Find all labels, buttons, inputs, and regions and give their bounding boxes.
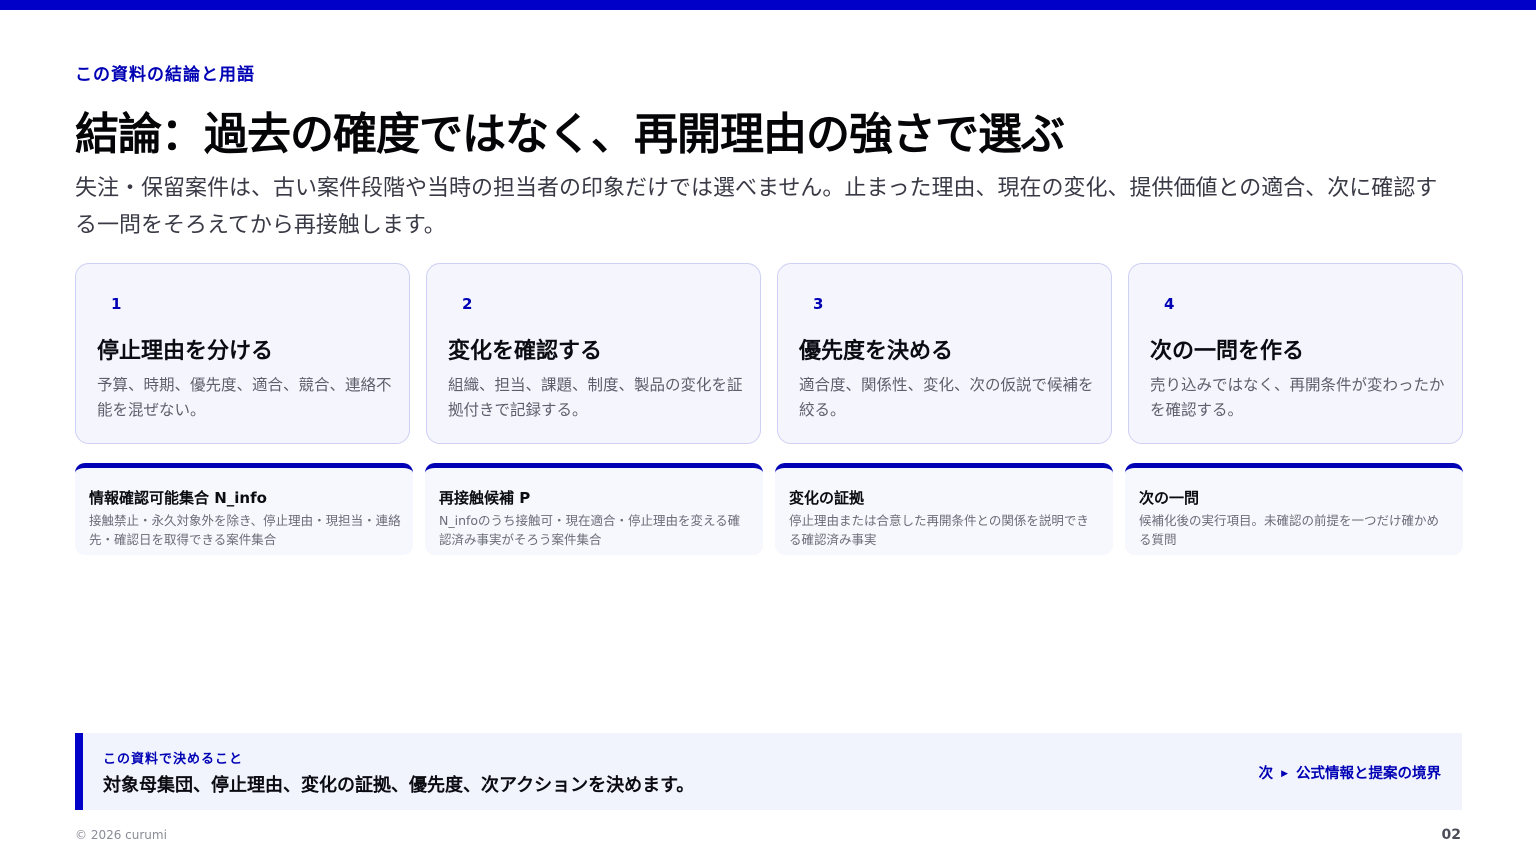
summary-text: 対象母集団、停止理由、変化の証拠、優先度、次アクションを決めます。 xyxy=(103,775,695,796)
section-eyebrow: この資料の結論と用語 xyxy=(75,65,255,85)
step-title: 停止理由を分ける xyxy=(97,339,274,364)
term-card-n-info: 情報確認可能集合 N_info 接触禁止・永久対象外を除き、停止理由・現担当・連… xyxy=(75,463,413,555)
step-description: 組織、担当、課題、制度、製品の変化を証拠付きで記録する。 xyxy=(448,376,743,419)
term-title: 次の一問 xyxy=(1139,489,1200,507)
step-description: 売り込みではなく、再開条件が変わったかを確認する。 xyxy=(1150,376,1445,419)
copyright: © 2026 curumi xyxy=(75,828,167,842)
step-number: 1 xyxy=(111,295,122,313)
lead-paragraph: 失注・保留案件は、古い案件段階や当時の担当者の印象だけでは選べません。止まった理… xyxy=(75,176,1438,238)
step-card-4: 4 次の一問を作る 売り込みではなく、再開条件が変わったかを確認する。 xyxy=(1128,263,1463,444)
summary-label: この資料で決めること xyxy=(103,752,244,767)
step-description: 適合度、関係性、変化、次の仮説で候補を絞る。 xyxy=(799,376,1094,419)
term-description: 候補化後の実行項目。未確認の前提を一つだけ確かめる質問 xyxy=(1139,513,1440,547)
top-accent-bar xyxy=(0,0,1536,10)
next-section-link[interactable]: 次 ▶ 公式情報と提案の境界 xyxy=(1259,762,1441,783)
step-title: 変化を確認する xyxy=(448,339,603,364)
term-title: 情報確認可能集合 N_info xyxy=(89,489,267,507)
next-prefix: 次 xyxy=(1258,766,1274,782)
step-description: 予算、時期、優先度、適合、競合、連絡不能を混ぜない。 xyxy=(97,376,392,419)
step-number: 4 xyxy=(1164,295,1175,313)
term-description: 接触禁止・永久対象外を除き、停止理由・現担当・連絡先・確認日を取得できる案件集合 xyxy=(89,513,401,547)
step-title: 次の一問を作る xyxy=(1150,339,1305,364)
term-title: 再接触候補 P xyxy=(439,489,531,507)
step-card-1: 1 停止理由を分ける 予算、時期、優先度、適合、競合、連絡不能を混ぜない。 xyxy=(75,263,410,444)
step-card-2: 2 変化を確認する 組織、担当、課題、制度、製品の変化を証拠付きで記録する。 xyxy=(426,263,761,444)
page-number: 02 xyxy=(1441,827,1461,843)
play-arrow-icon: ▶ xyxy=(1281,769,1288,779)
term-description: N_infoのうち接触可・現在適合・停止理由を変える確認済み事実がそろう案件集合 xyxy=(439,513,741,547)
term-description: 停止理由または合意した再開条件との関係を説明できる確認済み事実 xyxy=(789,513,1089,547)
term-title: 変化の証拠 xyxy=(789,489,865,507)
step-number: 2 xyxy=(462,295,473,313)
step-title: 優先度を決める xyxy=(799,339,954,364)
next-section-label: 公式情報と提案の境界 xyxy=(1296,766,1441,782)
term-card-change-evidence: 変化の証拠 停止理由または合意した再開条件との関係を説明できる確認済み事実 xyxy=(775,463,1113,555)
step-number: 3 xyxy=(813,295,824,313)
page-title: 結論：過去の確度ではなく、再開理由の強さで選ぶ xyxy=(75,109,1065,160)
term-card-candidate-p: 再接触候補 P N_infoのうち接触可・現在適合・停止理由を変える確認済み事実… xyxy=(425,463,763,555)
summary-box: この資料で決めること 対象母集団、停止理由、変化の証拠、優先度、次アクションを決… xyxy=(75,733,1462,810)
term-card-next-question: 次の一問 候補化後の実行項目。未確認の前提を一つだけ確かめる質問 xyxy=(1125,463,1463,555)
step-card-3: 3 優先度を決める 適合度、関係性、変化、次の仮説で候補を絞る。 xyxy=(777,263,1112,444)
